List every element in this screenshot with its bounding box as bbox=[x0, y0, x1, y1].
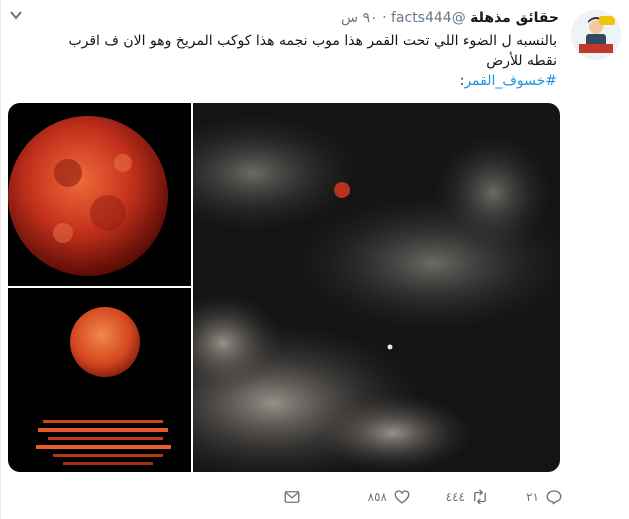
like-button[interactable]: ٨٥٨ bbox=[368, 486, 411, 508]
chevron-down-icon[interactable] bbox=[10, 10, 22, 20]
retweet-icon bbox=[474, 489, 486, 505]
reply-button[interactable]: ٢١ bbox=[526, 486, 563, 508]
reply-icon bbox=[546, 490, 562, 505]
separator-dot: · bbox=[382, 10, 387, 26]
retweet-count: ٤٤٤ bbox=[445, 490, 465, 504]
tweet-text: بالنسبه ل الضوء اللي تحت القمر هذا موب ن… bbox=[68, 33, 557, 69]
direct-message-button[interactable] bbox=[283, 486, 301, 508]
retweet-button[interactable]: ٤٤٤ bbox=[446, 486, 489, 508]
like-count: ٨٥٨ bbox=[367, 490, 387, 504]
heart-icon bbox=[394, 490, 410, 504]
timestamp[interactable]: ٩٠ س bbox=[341, 10, 378, 26]
media-image-blood-moon[interactable] bbox=[8, 103, 191, 286]
author-name[interactable]: حقائق مذهلة bbox=[470, 10, 559, 26]
reply-count: ٢١ bbox=[526, 490, 539, 504]
tweet-header: حقائق مذهلة @facts444 · ٩٠ س bbox=[341, 10, 559, 26]
avatar[interactable] bbox=[571, 10, 621, 60]
media-grid bbox=[8, 103, 560, 472]
author-handle[interactable]: @facts444 bbox=[391, 10, 466, 26]
media-image-moon-and-mars[interactable] bbox=[193, 103, 560, 472]
media-image-moon-over-sea[interactable] bbox=[8, 288, 191, 472]
hashtag-line: #خسوف_القمر: bbox=[460, 71, 557, 91]
hashtag-link[interactable]: #خسوف_القمر bbox=[464, 73, 557, 89]
envelope-icon bbox=[284, 491, 300, 503]
tweet-actions: ٢١ ٤٤٤ ٨٥٨ bbox=[271, 486, 563, 508]
